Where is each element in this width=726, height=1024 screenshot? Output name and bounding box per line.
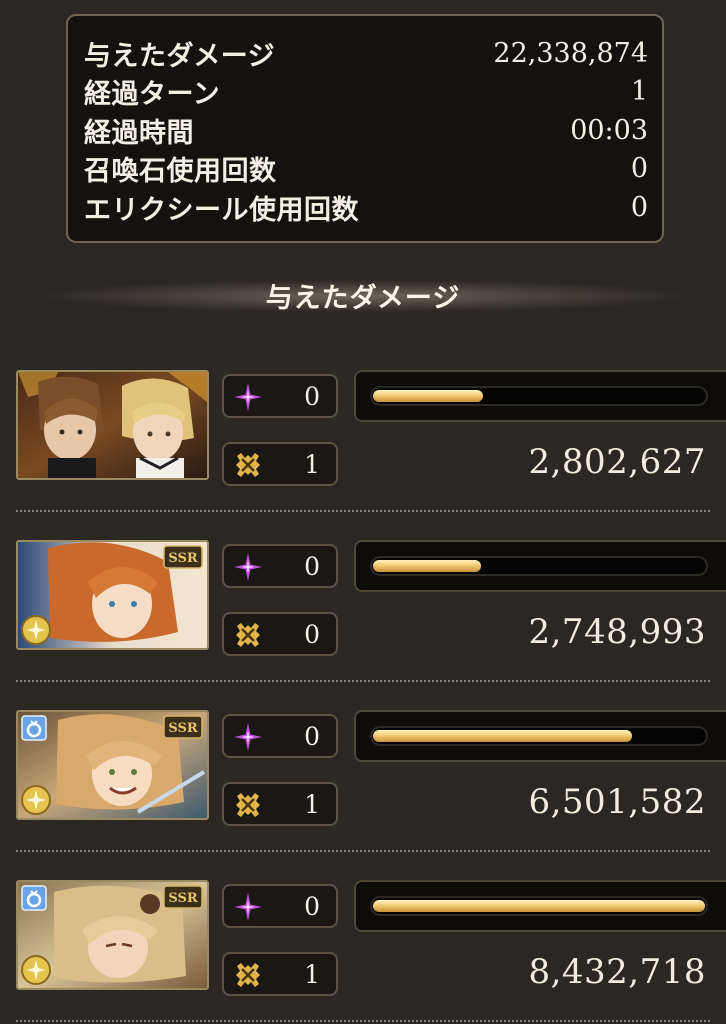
damage-value: 2,802,627 [528, 442, 706, 482]
character-row-2: SSR 0 0 2,748,993 [0, 540, 726, 660]
battle-summary-panel: 与えたダメージ 22,338,874 経過ターン 1 経過時間 00:03 召喚… [66, 14, 664, 243]
row-separator [16, 1020, 710, 1022]
row-separator [16, 510, 710, 512]
purple-sparkle-icon [234, 383, 262, 411]
stat-label-summons: 召喚石使用回数 [84, 156, 277, 188]
stat-value-time: 00:03 [570, 114, 648, 146]
damage-bar-track [370, 386, 708, 406]
skill-count-badge: 0 [222, 544, 338, 588]
damage-value: 2,748,993 [528, 612, 706, 652]
stat-value-turns: 1 [630, 76, 648, 108]
damage-value: 8,432,718 [528, 952, 706, 992]
svg-text:SSR: SSR [168, 891, 197, 906]
stat-value-damage: 22,338,874 [493, 37, 648, 69]
stat-row-time: 経過時間 00:03 [84, 111, 648, 150]
character-portrait-3[interactable]: SSR [16, 710, 209, 820]
ougi-count-value: 1 [304, 790, 320, 819]
damage-bar-track [370, 556, 708, 576]
damage-section-title: 与えたダメージ [265, 283, 461, 314]
row-separator [16, 850, 710, 852]
svg-text:SSR: SSR [168, 721, 197, 736]
character-portrait-4[interactable]: SSR [16, 880, 209, 990]
gold-crossed-swords-icon [236, 793, 260, 817]
stat-row-damage: 与えたダメージ 22,338,874 [84, 34, 648, 73]
character-row-3: SSR 0 1 6,501,582 [0, 710, 726, 830]
damage-bar-frame [354, 370, 726, 422]
character-row-1: 0 1 2,802,627 [0, 370, 726, 490]
damage-value: 6,501,582 [528, 782, 706, 822]
damage-bar-fill [373, 730, 632, 742]
damage-bar-track [370, 896, 708, 916]
damage-bar-frame [354, 710, 726, 762]
ougi-count-badge: 1 [222, 782, 338, 826]
ougi-count-value: 0 [304, 620, 320, 649]
stat-row-summons: 召喚石使用回数 0 [84, 150, 648, 189]
skill-count-value: 0 [304, 892, 320, 921]
skill-count-badge: 0 [222, 884, 338, 928]
stat-value-summons: 0 [630, 153, 648, 185]
stat-value-elixirs: 0 [630, 191, 648, 223]
ougi-count-value: 1 [304, 450, 320, 479]
damage-bar-fill [373, 560, 481, 572]
stat-row-elixirs: エリクシール使用回数 0 [84, 188, 648, 227]
skill-count-badge: 0 [222, 714, 338, 758]
purple-sparkle-icon [234, 893, 262, 921]
stat-label-damage: 与えたダメージ [84, 40, 276, 72]
skill-count-value: 0 [304, 552, 320, 581]
stat-label-turns: 経過ターン [84, 79, 221, 111]
purple-sparkle-icon [234, 723, 262, 751]
character-row-4: SSR 0 1 8,432,718 [0, 880, 726, 1000]
character-portrait-2[interactable]: SSR [16, 540, 209, 650]
damage-bar-track [370, 726, 708, 746]
ougi-count-badge: 1 [222, 442, 338, 486]
skill-count-value: 0 [304, 382, 320, 411]
stat-label-time: 経過時間 [84, 117, 194, 149]
skill-count-value: 0 [304, 722, 320, 751]
skill-count-badge: 0 [222, 374, 338, 418]
gold-crossed-swords-icon [236, 453, 260, 477]
damage-bar-frame [354, 880, 726, 932]
damage-bar-fill [373, 900, 705, 912]
stat-row-turns: 経過ターン 1 [84, 73, 648, 112]
damage-bar-fill [373, 390, 483, 402]
gold-crossed-swords-icon [236, 623, 260, 647]
row-separator [16, 680, 710, 682]
purple-sparkle-icon [234, 553, 262, 581]
stat-label-elixirs: エリクシール使用回数 [84, 194, 359, 226]
ougi-count-value: 1 [304, 960, 320, 989]
damage-section-header: 与えたダメージ [0, 270, 726, 322]
svg-text:SSR: SSR [168, 551, 197, 566]
damage-bar-frame [354, 540, 726, 592]
ougi-count-badge: 0 [222, 612, 338, 656]
ougi-count-badge: 1 [222, 952, 338, 996]
gold-crossed-swords-icon [236, 963, 260, 987]
character-portrait-1[interactable] [16, 370, 209, 480]
